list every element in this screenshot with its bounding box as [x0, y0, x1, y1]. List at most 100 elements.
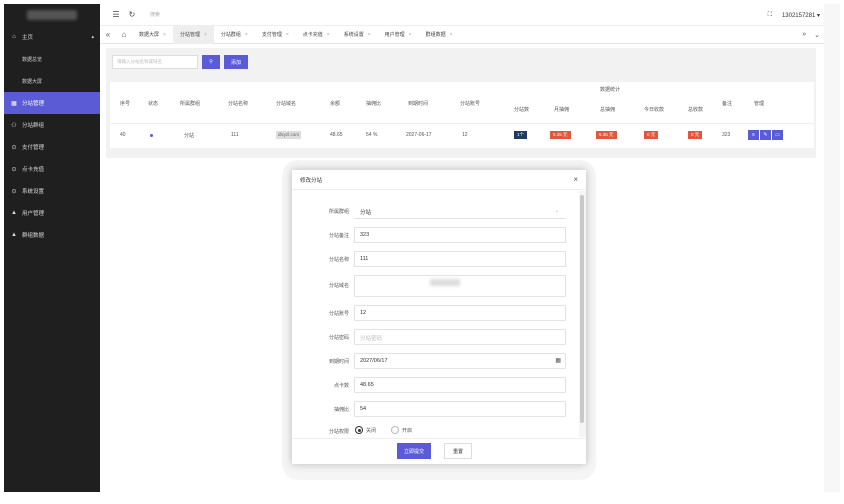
sidebar-item-substation-manage[interactable]: ▦ 分站管理 — [4, 92, 100, 114]
date-value: 2027/06/17 — [360, 358, 388, 364]
cell-name: 111 — [231, 132, 239, 138]
table-row[interactable]: 40 分站 111 dlxyzl.com 48.65 54 % 2027-06-… — [110, 124, 814, 148]
menu-icon[interactable]: ☰ — [108, 10, 124, 19]
submit-button[interactable]: 立即提交 — [397, 443, 431, 459]
cell-domain[interactable]: dlxyzl.com — [276, 131, 302, 139]
field-label: 分站账号 — [328, 311, 349, 317]
tab-recharge[interactable]: 点卡充值 × — [296, 26, 337, 44]
field-expire: 到期时间 2027/06/17 ▦ — [292, 353, 578, 369]
view-button[interactable]: ≡ — [748, 130, 759, 140]
modal-header: 修改分站 × — [292, 170, 586, 190]
delete-button[interactable]: ▭ — [772, 130, 783, 140]
tab-settings[interactable]: 系统设置 × — [337, 26, 378, 44]
circle-check-icon: ⊙ — [11, 144, 17, 151]
tab-substation-manage[interactable]: 分站管理 × — [172, 25, 214, 44]
field-label: 所属群组 — [328, 209, 349, 215]
chevron-down-icon[interactable]: ⌄ — [814, 31, 820, 39]
scroll-thumb[interactable] — [580, 195, 584, 423]
user-menu[interactable]: 1302157281 ▾ — [782, 12, 820, 19]
field-name: 分站名称 111 — [292, 251, 578, 267]
tab-label: 分站管理 — [179, 32, 200, 38]
sidebar: ⌂ 主页 ▴ 数据总览 数据大屏 ▦ 分站管理 ⚇ 分站群组 ⊙ 支付管理 ⊙ … — [4, 4, 100, 492]
search-icon: ⚲ — [209, 59, 213, 65]
col-header: 分站名称 — [228, 101, 249, 107]
remark-input[interactable]: 323 — [354, 227, 566, 243]
close-icon[interactable]: × — [245, 32, 248, 38]
password-input[interactable]: 分站密码 — [354, 329, 566, 345]
sidebar-item-overview[interactable]: 数据总览 — [4, 48, 100, 70]
close-icon[interactable]: × — [368, 32, 371, 38]
table-header: 序号 状态 所属群组 分站名称 分站域名 余额 抽佣比 到期时间 分站账号 数据… — [110, 82, 814, 124]
sidebar-item-label: 分站管理 — [22, 101, 45, 107]
account-input[interactable]: 12 — [354, 305, 566, 321]
fullscreen-icon[interactable]: ⛶ — [768, 12, 772, 19]
close-icon[interactable]: × — [163, 32, 166, 38]
field-group: 所属群组 分站 ⌄ — [292, 203, 578, 219]
refresh-icon[interactable]: ↻ — [124, 10, 140, 19]
list-icon: ≡ — [752, 132, 755, 138]
tab-substation-group[interactable]: 分站群组 × — [214, 26, 255, 44]
radio-off[interactable]: 关闭 — [355, 426, 376, 434]
row-actions: ≡ ✎ ▭ — [748, 130, 783, 140]
sidebar-item-recharge[interactable]: ⊙ 点卡充值 — [4, 158, 100, 180]
tab-label: 用户管理 — [384, 32, 405, 38]
ratio-input[interactable]: 54 — [354, 401, 566, 417]
top-search[interactable]: 搜索 — [150, 11, 160, 18]
calendar-icon[interactable]: ▦ — [555, 357, 561, 364]
close-icon[interactable]: × — [450, 32, 453, 38]
modal-scrollbar[interactable] — [579, 191, 586, 437]
edit-button[interactable]: ✎ — [760, 130, 771, 140]
domain-input[interactable] — [354, 275, 566, 297]
field-points: 点卡数 48.65 — [292, 377, 578, 393]
username: 1302157281 — [781, 12, 816, 19]
group-select[interactable]: 分站 ⌄ — [354, 203, 566, 219]
field-label: 抽佣比 — [333, 407, 349, 413]
points-input[interactable]: 48.65 — [354, 377, 566, 393]
expire-date-input[interactable]: 2027/06/17 ▦ — [354, 353, 566, 369]
col-header: 分站数 — [514, 107, 530, 113]
sidebar-item-substation-group[interactable]: ⚇ 分站群组 — [4, 114, 100, 136]
close-icon[interactable]: × — [327, 32, 330, 38]
sidebar-item-settings[interactable]: ⊙ 系统设置 — [4, 180, 100, 202]
close-icon[interactable]: × — [573, 175, 578, 184]
field-label: 分站密码 — [328, 335, 349, 341]
cell-group: 分站 — [184, 133, 195, 139]
tab-users[interactable]: 用户管理 × — [378, 26, 419, 44]
sidebar-item-label: 群组数据 — [22, 233, 45, 239]
sidebar-item-group-data[interactable]: ▲ 群组数据 — [4, 224, 100, 246]
field-label: 到期时间 — [328, 359, 349, 365]
search-button[interactable]: ⚲ — [202, 55, 220, 69]
radio-on[interactable]: 开启 — [391, 426, 412, 434]
cell-ratio: 54 % — [366, 132, 378, 138]
name-input[interactable]: 111 — [354, 251, 566, 267]
tab-label: 系统设置 — [343, 32, 364, 38]
sidebar-item-label: 主页 — [22, 35, 34, 41]
close-icon[interactable]: × — [286, 32, 289, 38]
tab-bigscreen[interactable]: 数据大屏 × — [132, 26, 173, 44]
tabs-next-icon[interactable]: » — [802, 31, 806, 39]
page-scrollbar[interactable] — [824, 4, 840, 492]
tab-payment[interactable]: 支付管理 × — [255, 26, 296, 44]
field-label: 分站名称 — [328, 257, 349, 263]
search-input[interactable]: 请输入分站名称或域名 — [112, 55, 198, 69]
sidebar-item-home[interactable]: ⌂ 主页 ▴ — [4, 26, 100, 48]
sidebar-item-payment[interactable]: ⊙ 支付管理 — [4, 136, 100, 158]
radio-checked-icon — [355, 426, 363, 434]
sidebar-item-label: 数据总览 — [22, 56, 43, 63]
home-tab-icon[interactable]: ⌂ — [116, 30, 132, 39]
logo — [4, 4, 100, 26]
close-icon[interactable]: × — [204, 32, 207, 38]
col-header: 管理 — [754, 101, 765, 107]
sidebar-item-users[interactable]: ▲ 用户管理 — [4, 202, 100, 224]
tab-group-data[interactable]: 群组数据 × — [419, 26, 460, 44]
badge-total: 5.35 元 — [596, 131, 617, 139]
tabs-prev-icon[interactable]: « — [100, 30, 116, 39]
search-row: 请输入分站名称或域名 ⚲ 添加 — [112, 55, 249, 69]
sidebar-item-bigscreen[interactable]: 数据大屏 — [4, 70, 100, 92]
tabs-bar: « ⌂ 数据大屏 × 分站管理 × 分站群组 × 支付管理 × 点卡充值 × 系统设置 × … — [100, 25, 824, 44]
field-label: 点卡数 — [333, 383, 349, 389]
close-icon[interactable]: × — [409, 32, 412, 38]
col-header: 总收款 — [688, 107, 704, 113]
add-button[interactable]: 添加 — [224, 55, 249, 69]
reset-button[interactable]: 重置 — [444, 443, 472, 459]
